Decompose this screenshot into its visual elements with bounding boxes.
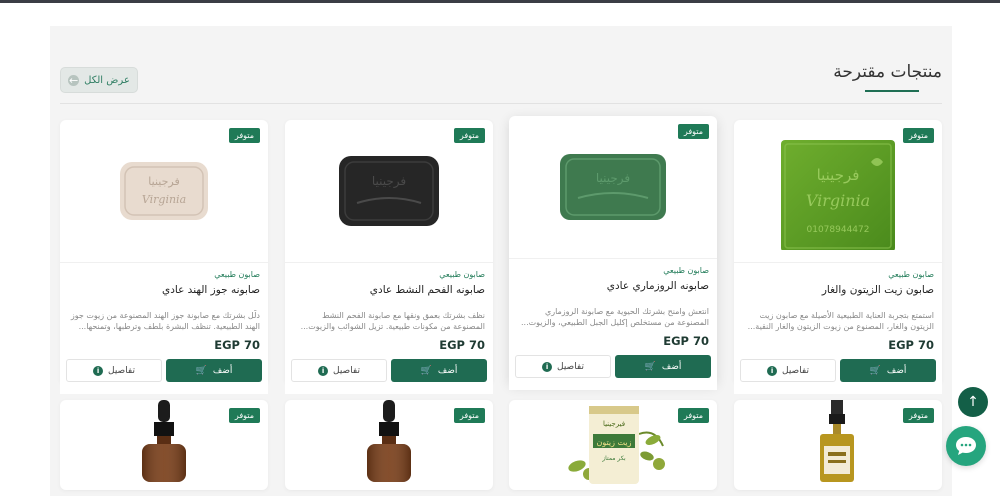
scroll-to-top-button[interactable]: ↑ — [958, 387, 988, 417]
product-description: دلّل بشرتك مع صابونة جوز الهند المصنوعة … — [70, 311, 260, 331]
product-price: EGP 70 — [214, 338, 260, 352]
add-to-cart-button[interactable]: أضف 🛒 — [615, 355, 711, 378]
product-card[interactable]: فرجينيا متوفر صابون طبيعي صابونه الروزما… — [509, 116, 717, 390]
product-description: نظف بشرتك بعمق ونقها مع صابونة الفحم الن… — [300, 311, 485, 331]
product-name[interactable]: صابونه الروزماري عادي — [607, 280, 709, 292]
availability-badge: متوفر — [228, 128, 260, 143]
product-category: صابون طبيعي — [663, 266, 709, 275]
svg-text:فرجينيا: فرجينيا — [148, 175, 179, 188]
product-card[interactable]: متوفر — [285, 400, 493, 490]
svg-text:Virginia: Virginia — [142, 193, 186, 206]
product-price: EGP 70 — [888, 338, 934, 352]
section-title: منتجات مقترحة — [833, 62, 942, 82]
add-to-cart-button[interactable]: أضف 🛒 — [391, 359, 487, 382]
product-info: صابون طبيعي صابونه جوز الهند عادي دلّل ب… — [60, 262, 268, 394]
top-bar — [0, 0, 1000, 3]
details-label: تفاصيل — [782, 365, 809, 376]
svg-text:فرجينيا: فرجينيا — [817, 166, 860, 184]
availability-badge: متوفر — [677, 124, 709, 139]
product-card[interactable]: متوفر — [60, 400, 268, 490]
availability-badge: متوفر — [228, 408, 260, 423]
view-all-button[interactable]: عرض الكل ← — [60, 67, 138, 93]
details-button[interactable]: تفاصيل i — [515, 355, 611, 378]
details-label: تفاصيل — [333, 365, 360, 376]
product-card[interactable]: فرجينيا Virginia 01078944472 متوفر صابون… — [734, 120, 942, 394]
product-card[interactable]: فرجينيا Virginia متوفر صابون طبيعي صابون… — [60, 120, 268, 394]
availability-badge: متوفر — [453, 408, 485, 423]
charcoal-soap-bar-image: فرجينيا — [339, 156, 439, 226]
product-info: صابون طبيعي صابونه الروزماري عادي انتعش … — [509, 258, 717, 390]
chat-button[interactable] — [946, 426, 986, 466]
product-name[interactable]: صابونه الفحم النشط عادي — [370, 284, 485, 296]
olive-oil-jar-image: فيرجينيا زيت زيتون بكر ممتاز — [568, 406, 665, 484]
product-category: صابون طبيعي — [888, 270, 934, 279]
details-label: تفاصيل — [108, 365, 135, 376]
cart-icon: 🛒 — [869, 365, 881, 376]
svg-text:01078944472: 01078944472 — [807, 225, 870, 235]
add-to-cart-button[interactable]: أضف 🛒 — [166, 359, 262, 382]
product-info: صابون طبيعي صابونه الفحم النشط عادي نظف … — [285, 262, 493, 394]
product-category: صابون طبيعي — [439, 270, 485, 279]
product-card[interactable]: فرجينيا متوفر صابون طبيعي صابونه الفحم ا… — [285, 120, 493, 394]
info-icon: i — [767, 365, 778, 376]
dropper-bottle-image — [142, 400, 186, 482]
svg-text:بكر ممتاز: بكر ممتاز — [601, 455, 626, 462]
availability-badge: متوفر — [902, 128, 934, 143]
svg-text:زيت زيتون: زيت زيتون — [597, 438, 632, 447]
add-to-cart-label: أضف — [886, 365, 907, 376]
info-icon: i — [542, 361, 553, 372]
add-to-cart-button[interactable]: أضف 🛒 — [840, 359, 936, 382]
availability-badge: متوفر — [902, 408, 934, 423]
product-description: انتعش وامنح بشرتك الحيوية مع صابونة الرو… — [521, 307, 709, 327]
details-label: تفاصيل — [557, 361, 584, 372]
cart-icon: 🛒 — [195, 365, 207, 376]
availability-badge: متوفر — [677, 408, 709, 423]
product-card[interactable]: متوفر — [734, 400, 942, 490]
details-button[interactable]: تفاصيل i — [66, 359, 162, 382]
svg-text:فيرجينيا: فيرجينيا — [603, 420, 625, 428]
cart-icon: 🛒 — [644, 361, 656, 372]
product-name[interactable]: صابونه جوز الهند عادي — [162, 284, 260, 296]
product-price: EGP 70 — [439, 338, 485, 352]
svg-text:فرجينيا: فرجينيا — [372, 174, 406, 189]
arrow-left-icon: ← — [68, 73, 80, 87]
product-category: صابون طبيعي — [214, 270, 260, 279]
product-name[interactable]: صابون زيت الزيتون والغار — [822, 284, 934, 296]
add-to-cart-label: أضف — [661, 361, 682, 372]
svg-text:فرجينيا: فرجينيا — [596, 171, 630, 186]
section-divider — [60, 103, 942, 104]
product-price: EGP 70 — [663, 334, 709, 348]
product-info: صابون طبيعي صابون زيت الزيتون والغار است… — [734, 262, 942, 394]
coconut-soap-bar-image: فرجينيا Virginia — [120, 162, 208, 220]
view-all-label: عرض الكل — [84, 74, 130, 86]
product-description: استمتع بتجربة العناية الطبيعية الأصيلة م… — [747, 311, 934, 331]
product-card[interactable]: متوفر فيرجينيا زيت زيتون بكر ممتاز — [509, 400, 717, 490]
availability-badge: متوفر — [453, 128, 485, 143]
svg-text:Virginia: Virginia — [806, 191, 870, 210]
add-to-cart-label: أضف — [212, 365, 233, 376]
chat-bubble-icon — [956, 437, 976, 455]
oil-bottle-image — [820, 400, 854, 482]
green-soap-bar-image: فرجينيا Virginia 01078944472 — [781, 140, 895, 250]
info-icon: i — [318, 365, 329, 376]
section-title-underline — [865, 90, 919, 92]
dropper-bottle-image — [367, 400, 411, 482]
add-to-cart-label: أضف — [437, 365, 458, 376]
info-icon: i — [93, 365, 104, 376]
cart-icon: 🛒 — [420, 365, 432, 376]
rosemary-soap-bar-image: فرجينيا — [560, 154, 666, 220]
details-button[interactable]: تفاصيل i — [291, 359, 387, 382]
arrow-up-icon: ↑ — [967, 394, 979, 410]
details-button[interactable]: تفاصيل i — [740, 359, 836, 382]
